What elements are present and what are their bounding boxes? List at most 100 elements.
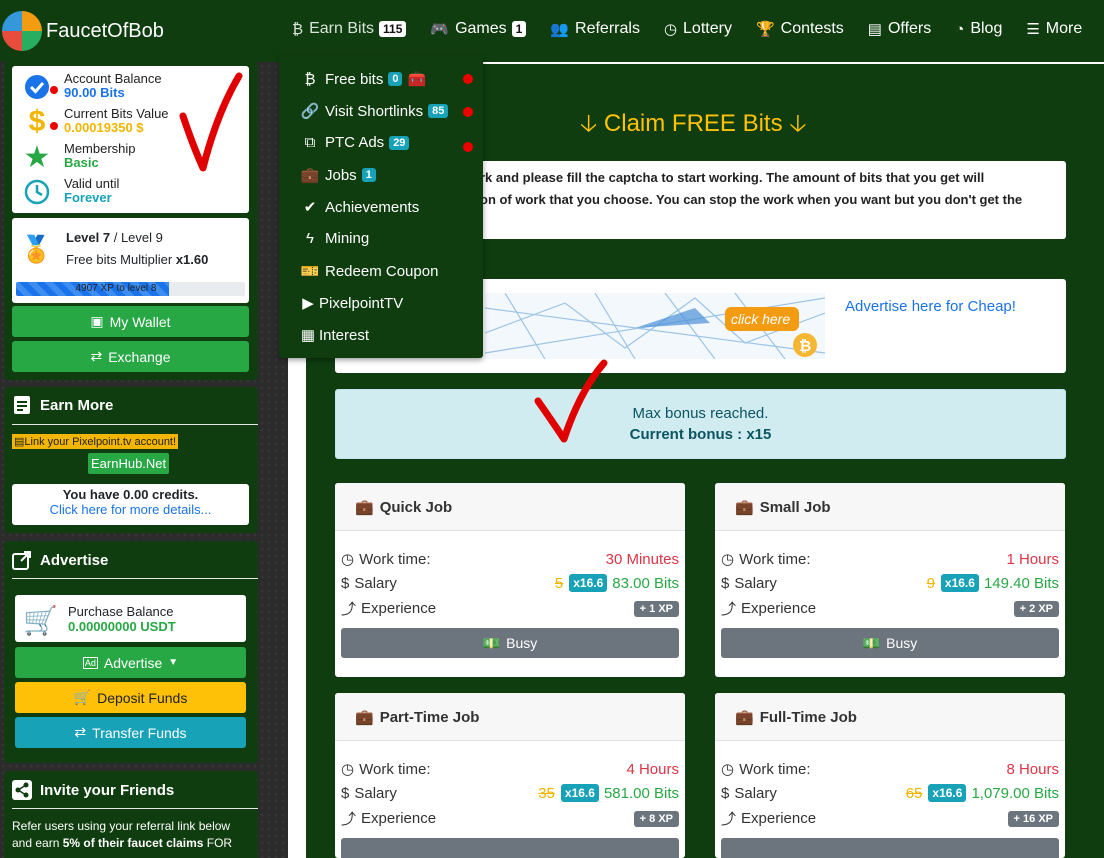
- xp-badge: + 1 XP: [633, 600, 679, 617]
- job-card-quick: 💼 Quick Job ◷ Work time: 30 Minutes $ Salar…: [335, 483, 685, 677]
- advertise-link[interactable]: Advertise here for Cheap!: [845, 298, 1016, 315]
- multiplier-value: x1.60: [175, 252, 209, 267]
- nav-contests[interactable]: 🏆 Contests: [756, 20, 844, 38]
- level-up-icon: ⤴: [721, 811, 737, 828]
- advertise-dropdown-button[interactable]: Ad Advertise ▼: [15, 647, 246, 678]
- clock-icon: ◷: [341, 761, 355, 778]
- check-circle-icon: ✔: [303, 199, 317, 216]
- dropdown-badge: 29: [389, 135, 410, 150]
- xp-label: Experience: [361, 810, 437, 827]
- credits-details-link[interactable]: Click here for more details...: [12, 502, 249, 517]
- nav-games[interactable]: 🎮 Games 1: [430, 20, 527, 38]
- ad-banner-image[interactable]: click here ₿: [485, 293, 825, 359]
- video-icon: ▶: [302, 295, 314, 312]
- bolt-icon: ϟ: [306, 230, 314, 247]
- purchase-balance-card: 🛒 Purchase Balance 0.00000000 USDT: [15, 595, 246, 642]
- briefcase-icon: 💼: [355, 709, 374, 726]
- current-bits-value: $ Current Bits Value 0.00019350 $: [22, 105, 169, 138]
- work-time-value: 8 Hours: [1006, 760, 1059, 778]
- dropdown-item-mining[interactable]: ϟ Mining: [301, 230, 369, 247]
- nav-referrals[interactable]: 👥 Referrals: [550, 20, 640, 38]
- xp-label: Experience: [741, 810, 817, 827]
- clock-icon: [22, 177, 52, 207]
- earnhub-button[interactable]: EarnHub.Net: [88, 453, 170, 474]
- red-dot-annotation: [463, 74, 473, 84]
- exchange-button[interactable]: ⇄ Exchange: [12, 341, 249, 372]
- deposit-funds-button[interactable]: 🛒 Deposit Funds: [15, 682, 246, 713]
- xp-progress-text: 4907 XP to level 8: [75, 283, 157, 294]
- job-xp-row: ⤴ Experience + 16 XP: [721, 808, 1059, 829]
- work-time-value: 30 Minutes: [605, 550, 679, 568]
- nav-label: Offers: [887, 20, 932, 37]
- purchase-label: Purchase Balance: [68, 604, 174, 619]
- nav-offers[interactable]: ▤ Offers: [868, 20, 931, 38]
- busy-button[interactable]: 💵 Busy: [721, 628, 1059, 658]
- dollar-icon: $: [341, 784, 350, 802]
- advertise-header: Advertise: [12, 550, 108, 570]
- dropdown-label: Interest: [319, 326, 370, 344]
- red-checkmark-annotation: [179, 72, 243, 172]
- brand-name: FaucetOfBob: [46, 19, 164, 42]
- job-xp-row: ⤴ Experience + 1 XP: [341, 598, 679, 619]
- salary-value: 83.00 Bits: [612, 574, 679, 592]
- nav-lottery[interactable]: ◷ Lottery: [664, 20, 732, 38]
- list-icon: ▤: [867, 21, 882, 38]
- earn-more-panel: Earn More ▤Link your Pixelpoint.tv accou…: [4, 387, 258, 533]
- transfer-funds-button[interactable]: ⇄ Transfer Funds: [15, 717, 246, 748]
- bits-value: 0.00019350 $: [64, 120, 144, 135]
- nav-earn-bits[interactable]: ₿ Earn Bits 115: [292, 20, 407, 38]
- gamepad-icon: 🎮: [430, 21, 450, 38]
- busy-label: Busy: [506, 635, 538, 651]
- earn-more-header: Earn More: [12, 395, 113, 415]
- job-salary-row: $ Salary 35 x16.6 581.00 Bits: [341, 784, 679, 802]
- dropdown-item-pixelpointtv[interactable]: ▶ PixelpointTV: [299, 294, 403, 313]
- dropdown-item-ptc-ads[interactable]: ⧉ PTC Ads 29: [301, 134, 410, 151]
- credits-text: You have 0.00 credits.: [62, 487, 199, 502]
- busy-button[interactable]: 💵 Busy: [341, 628, 679, 658]
- dropdown-item-free-bits[interactable]: ₿ Free bits 0 🧰: [301, 70, 426, 89]
- my-wallet-button[interactable]: ▣ My Wallet: [12, 306, 249, 337]
- job-card-header: 💼 Small Job: [715, 483, 1065, 531]
- dollar-icon: $: [721, 784, 730, 802]
- brand[interactable]: FaucetOfBob: [0, 10, 164, 52]
- job-work-time-row: ◷ Work time: 4 Hours: [341, 760, 679, 779]
- dropdown-item-redeem-coupon[interactable]: 🎫 Redeem Coupon: [300, 262, 439, 281]
- salary-label: Salary: [354, 784, 397, 802]
- dropdown-item-interest[interactable]: ▦ Interest: [299, 326, 370, 345]
- pixelpoint-link[interactable]: ▤Link your Pixelpoint.tv account!: [12, 434, 179, 449]
- base-salary: 9: [926, 574, 935, 592]
- job-work-time-row: ◷ Work time: 8 Hours: [721, 760, 1059, 779]
- work-time-label: Work time:: [359, 760, 431, 778]
- busy-button[interactable]: [341, 838, 679, 858]
- exchange-icon: ⇄: [74, 724, 87, 740]
- nav-blog[interactable]: ◔ Blog: [955, 20, 1002, 38]
- job-title: Full-Time Job: [759, 708, 857, 726]
- invite-line: Refer users using your referral link bel…: [12, 819, 231, 833]
- exchange-label: Exchange: [108, 348, 171, 365]
- rss-icon: ◔: [955, 20, 965, 38]
- salary-value: 1,079.00 Bits: [971, 784, 1059, 802]
- dropdown-badge: 1: [361, 168, 376, 182]
- level-separator: /: [110, 230, 121, 245]
- salary-value: 581.00 Bits: [603, 784, 679, 802]
- top-navbar: FaucetOfBob ₿ Earn Bits 115 🎮 Games 1 👥 …: [0, 0, 1104, 62]
- divider: [12, 424, 258, 425]
- valid-value: Forever: [64, 190, 112, 205]
- document-icon: [12, 395, 32, 415]
- job-work-time-row: ◷ Work time: 1 Hours: [721, 550, 1059, 569]
- account-balance: Account Balance 90.00 Bits: [22, 72, 162, 102]
- ticket-icon: 🎫: [300, 263, 320, 280]
- job-xp-row: ⤴ Experience + 8 XP: [341, 808, 679, 829]
- dropdown-item-jobs[interactable]: 💼 Jobs 1: [301, 166, 376, 184]
- work-time-label: Work time:: [739, 550, 811, 568]
- level-next: Level 9: [120, 230, 163, 245]
- dropdown-item-shortlinks[interactable]: 🔗 Visit Shortlinks 85: [301, 102, 449, 120]
- red-dot-annotation: [463, 142, 473, 152]
- nav-more[interactable]: ☰ More: [1026, 20, 1082, 38]
- dropdown-item-achievements[interactable]: ✔ Achievements: [301, 198, 420, 217]
- wallet-label: My Wallet: [109, 313, 171, 330]
- busy-button[interactable]: [721, 838, 1059, 858]
- arrow-down-icon: 🡣: [789, 110, 807, 137]
- xp-progress-bar: 4907 XP to level 8: [16, 282, 245, 296]
- level-up-icon: ⤴: [341, 601, 357, 618]
